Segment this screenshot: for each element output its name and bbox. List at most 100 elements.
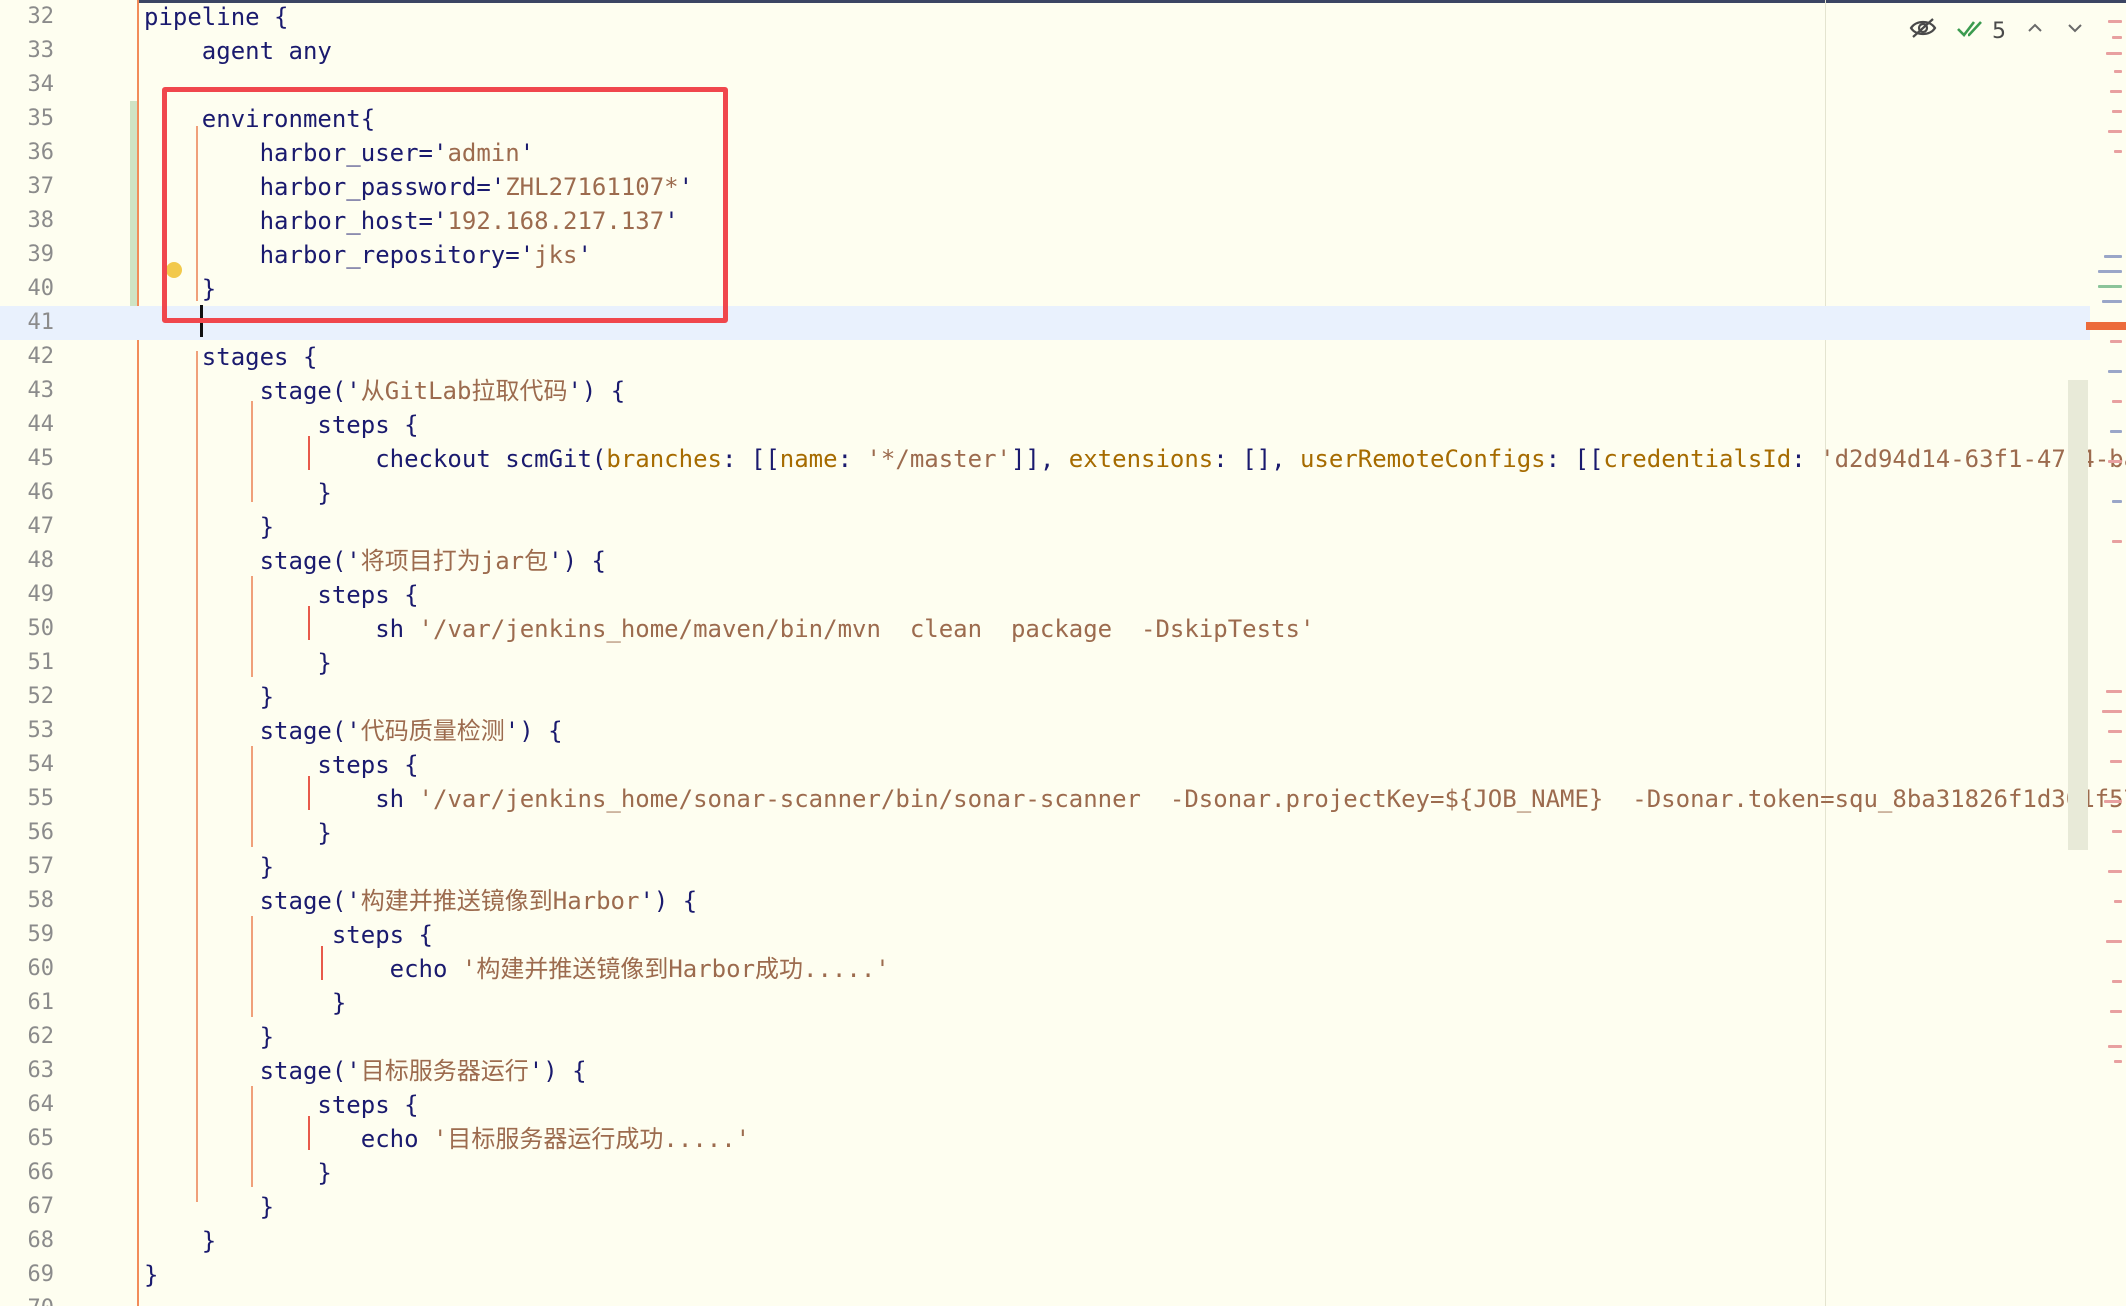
- code-line[interactable]: 43 stage('从GitLab拉取代码') {: [0, 374, 2090, 408]
- code-token: agent any: [144, 37, 332, 65]
- stripe-mark: [2114, 900, 2122, 903]
- code-text[interactable]: sh '/var/jenkins_home/sonar-scanner/bin/…: [144, 782, 2126, 816]
- code-text[interactable]: }: [144, 646, 331, 680]
- code-line[interactable]: 64 steps {: [0, 1088, 2090, 1122]
- previous-highlight-button[interactable]: [2024, 17, 2046, 45]
- code-text[interactable]: stage('将项目打为jar包') {: [144, 544, 606, 578]
- code-token: userRemoteConfigs: [1299, 445, 1546, 474]
- stripe-mark: [2108, 730, 2122, 733]
- code-line[interactable]: 53 stage('代码质量检测') {: [0, 714, 2090, 748]
- code-line[interactable]: 69}: [0, 1258, 2090, 1292]
- code-text[interactable]: steps {: [144, 748, 418, 782]
- code-token: :: [837, 445, 867, 474]
- code-text[interactable]: steps {: [144, 578, 418, 612]
- code-text[interactable]: }: [144, 510, 274, 544]
- code-text[interactable]: stage('代码质量检测') {: [144, 714, 563, 748]
- code-line[interactable]: 68 }: [0, 1224, 2090, 1258]
- code-token: ': [346, 717, 361, 746]
- code-line[interactable]: 63 stage('目标服务器运行') {: [0, 1054, 2090, 1088]
- code-line[interactable]: 70: [0, 1292, 2090, 1306]
- code-token: steps {: [144, 1091, 419, 1120]
- code-text[interactable]: }: [144, 1190, 274, 1224]
- code-line[interactable]: 33 agent any: [0, 34, 2090, 68]
- code-text[interactable]: steps {: [144, 1088, 419, 1122]
- code-text[interactable]: }: [144, 850, 274, 884]
- line-number: 36: [27, 140, 55, 166]
- indent-guide: [321, 946, 323, 980]
- indent-guide: [251, 576, 253, 677]
- code-line[interactable]: 54 steps {: [0, 748, 2090, 782]
- code-text[interactable]: stage('目标服务器运行') {: [144, 1054, 587, 1088]
- stripe-mark: [2114, 150, 2122, 153]
- line-number: 39: [27, 242, 55, 268]
- code-text[interactable]: pipeline {: [144, 0, 289, 34]
- code-line[interactable]: 50 sh '/var/jenkins_home/maven/bin/mvn c…: [0, 612, 2090, 646]
- code-text[interactable]: steps {: [144, 408, 419, 442]
- code-line[interactable]: 59 steps {: [0, 918, 2090, 952]
- code-text[interactable]: agent any: [144, 34, 332, 68]
- code-text[interactable]: echo '目标服务器运行成功.....': [144, 1122, 750, 1156]
- code-token: name: [779, 445, 838, 474]
- code-line[interactable]: 58 stage('构建并推送镜像到Harbor') {: [0, 884, 2090, 918]
- code-text[interactable]: }: [144, 1020, 274, 1054]
- next-highlight-button[interactable]: [2064, 17, 2086, 45]
- code-line[interactable]: 51 }: [0, 646, 2090, 680]
- code-line[interactable]: 60 echo '构建并推送镜像到Harbor成功.....': [0, 952, 2090, 986]
- indent-guide: [251, 401, 253, 502]
- code-text[interactable]: }: [144, 986, 346, 1020]
- code-line[interactable]: 66 }: [0, 1156, 2090, 1190]
- code-token: }: [144, 479, 332, 508]
- hide-inspections-button[interactable]: [1908, 16, 1938, 46]
- code-text[interactable]: stage('从GitLab拉取代码') {: [144, 374, 626, 408]
- annotation-highlight-box: [162, 87, 728, 323]
- code-line[interactable]: 57 }: [0, 850, 2090, 884]
- code-token: }: [144, 1227, 217, 1256]
- code-token: stage(: [144, 1057, 347, 1086]
- stripe-mark: [2110, 340, 2122, 343]
- code-line[interactable]: 55 sh '/var/jenkins_home/sonar-scanner/b…: [0, 782, 2126, 816]
- inspection-results-button[interactable]: 5: [1956, 16, 2006, 46]
- stripe-mark: [2112, 540, 2122, 543]
- code-text[interactable]: echo '构建并推送镜像到Harbor成功.....': [144, 952, 890, 986]
- error-stripe[interactable]: [2086, 0, 2126, 1306]
- code-token: 将项目打为jar包: [360, 547, 549, 576]
- code-line[interactable]: 44 steps {: [0, 408, 2090, 442]
- code-text[interactable]: stages {: [144, 340, 318, 374]
- code-token: sh: [144, 785, 419, 814]
- code-text[interactable]: }: [144, 680, 274, 714]
- code-token: ': [548, 547, 563, 576]
- code-text[interactable]: }: [144, 816, 331, 850]
- code-token: steps {: [144, 411, 419, 440]
- double-check-icon: [1956, 16, 1986, 46]
- code-line[interactable]: 48 stage('将项目打为jar包') {: [0, 544, 2090, 578]
- code-editor[interactable]: 32 pipeline {33 agent any 34 35 environment…: [0, 0, 2126, 1306]
- code-line[interactable]: 49 steps {: [0, 578, 2090, 612]
- line-number: 42: [27, 344, 55, 370]
- code-text[interactable]: }: [144, 1224, 216, 1258]
- code-text[interactable]: checkout scmGit(branches: [[name: '*/mas…: [144, 442, 2126, 476]
- code-text[interactable]: }: [144, 1258, 158, 1292]
- code-text[interactable]: sh '/var/jenkins_home/maven/bin/mvn clea…: [144, 612, 1314, 646]
- code-line[interactable]: 67 }: [0, 1190, 2090, 1224]
- code-text[interactable]: steps {: [144, 918, 433, 952]
- line-number: 56: [27, 820, 55, 846]
- code-text[interactable]: }: [144, 476, 332, 510]
- code-line[interactable]: 52 }: [0, 680, 2090, 714]
- stripe-mark: [2114, 1060, 2122, 1063]
- code-line[interactable]: 45 checkout scmGit(branches: [[name: '*/…: [0, 442, 2126, 476]
- code-text[interactable]: }: [144, 1156, 331, 1190]
- line-number: 60: [27, 956, 55, 982]
- code-line[interactable]: 32 pipeline {: [0, 0, 2090, 34]
- code-line[interactable]: 62 }: [0, 1020, 2090, 1054]
- code-line[interactable]: 46 }: [0, 476, 2090, 510]
- code-line[interactable]: 61 }: [0, 986, 2090, 1020]
- code-line[interactable]: 42 stages {: [0, 340, 2090, 374]
- indent-guide: [308, 436, 310, 470]
- code-line[interactable]: 47 }: [0, 510, 2090, 544]
- stripe-mark: [2108, 1045, 2122, 1048]
- stripe-mark: [2102, 300, 2122, 303]
- code-line[interactable]: 56 }: [0, 816, 2090, 850]
- code-text[interactable]: stage('构建并推送镜像到Harbor') {: [144, 884, 698, 918]
- code-line[interactable]: 65 echo '目标服务器运行成功.....': [0, 1122, 2090, 1156]
- scrollbar-thumb[interactable]: [2068, 380, 2088, 850]
